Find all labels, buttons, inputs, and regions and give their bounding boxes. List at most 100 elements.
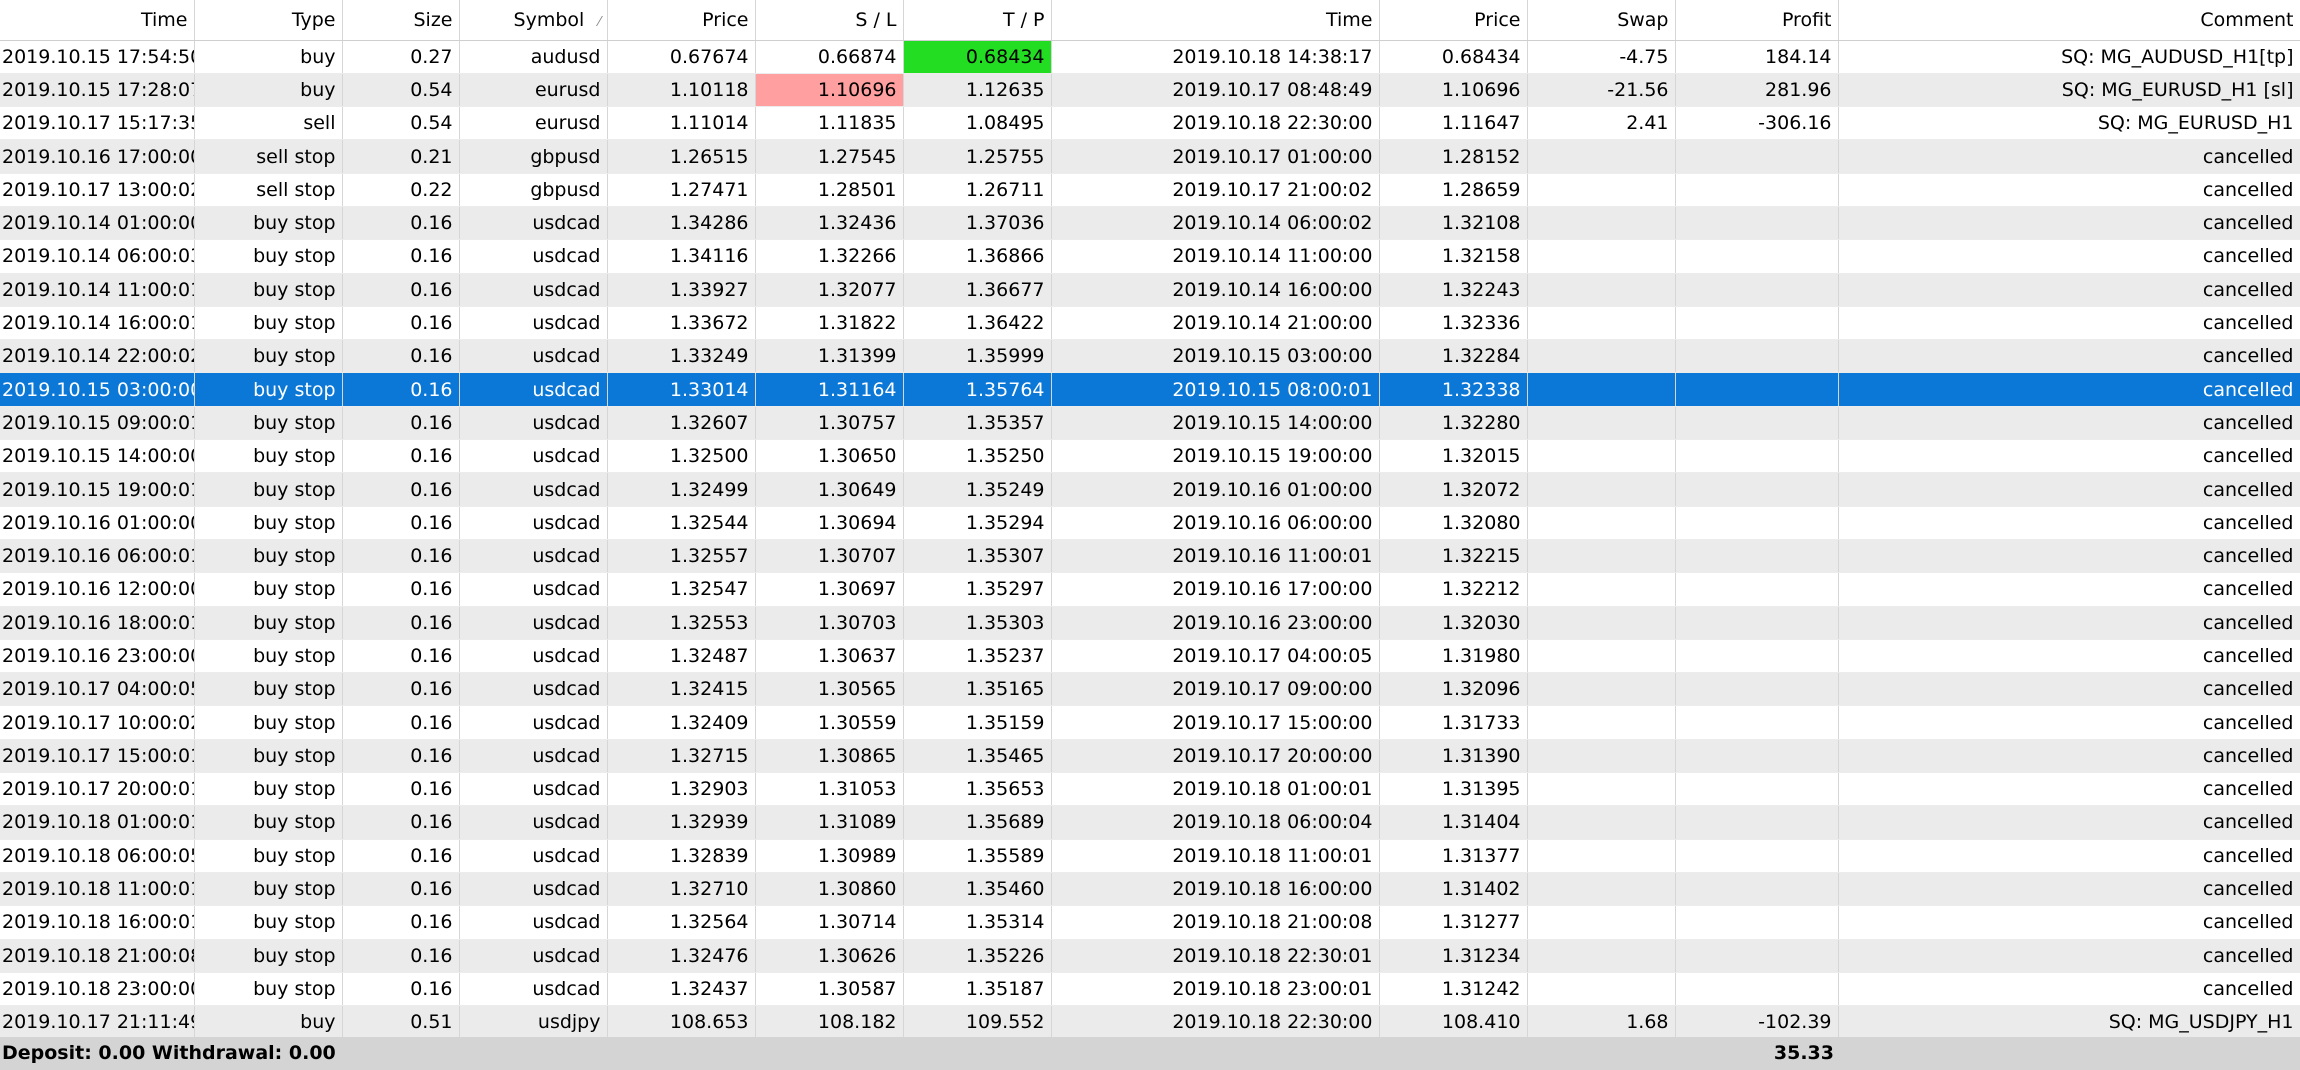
cell-open-time: 2019.10.17 20:00:01 bbox=[0, 772, 195, 807]
cell-symbol: usdcad bbox=[459, 439, 608, 474]
table-row[interactable]: 2019.10.16 06:00:01 buy stop 0.16 usdcad 1.3… bbox=[0, 539, 2300, 574]
cell-size: 0.16 bbox=[342, 439, 460, 474]
cell-tp: 1.35689 bbox=[903, 805, 1052, 840]
cell-close-price: 1.32284 bbox=[1379, 339, 1528, 374]
cell-swap bbox=[1527, 572, 1676, 607]
col-header-symbol[interactable]: Symbol ⁄ bbox=[459, 0, 608, 41]
cell-open-price: 1.32607 bbox=[607, 406, 756, 441]
cell-close-time: 2019.10.18 21:00:08 bbox=[1051, 905, 1380, 940]
table-row[interactable]: 2019.10.17 10:00:02 buy stop 0.16 usdcad 1.3… bbox=[0, 705, 2300, 740]
cell-comment: cancelled bbox=[1838, 339, 2300, 374]
cell-close-price: 1.32212 bbox=[1379, 572, 1528, 607]
table-row[interactable]: 2019.10.14 01:00:00 buy stop 0.16 usdcad 1.3… bbox=[0, 206, 2300, 241]
table-row[interactable]: 2019.10.17 15:17:35 sell 0.54 eurusd 1.11014… bbox=[0, 106, 2300, 141]
cell-swap bbox=[1527, 439, 1676, 474]
cell-open-price: 1.32437 bbox=[607, 972, 756, 1007]
cell-type: buy stop bbox=[194, 639, 343, 674]
col-header-sl[interactable]: S / L bbox=[755, 0, 904, 41]
cell-profit: -306.16 bbox=[1675, 106, 1839, 141]
table-row[interactable]: 2019.10.16 01:00:00 buy stop 0.16 usdcad 1.3… bbox=[0, 506, 2300, 540]
cell-close-time: 2019.10.14 21:00:00 bbox=[1051, 306, 1380, 341]
cell-size: 0.16 bbox=[342, 506, 460, 540]
cell-swap bbox=[1527, 672, 1676, 707]
col-header-time[interactable]: Time bbox=[0, 0, 195, 41]
cell-sl: 1.10696 bbox=[755, 73, 904, 108]
cell-close-price: 1.31377 bbox=[1379, 839, 1528, 873]
table-row[interactable]: 2019.10.15 09:00:01 buy stop 0.16 usdcad 1.3… bbox=[0, 406, 2300, 441]
col-header-profit[interactable]: Profit bbox=[1675, 0, 1839, 41]
cell-tp: 1.35294 bbox=[903, 506, 1052, 540]
cell-size: 0.22 bbox=[342, 173, 460, 207]
col-header-comment[interactable]: Comment bbox=[1838, 0, 2300, 41]
table-row[interactable]: 2019.10.18 21:00:08 buy stop 0.16 usdcad 1.3… bbox=[0, 939, 2300, 973]
table-row[interactable]: 2019.10.14 16:00:01 buy stop 0.16 usdcad 1.3… bbox=[0, 306, 2300, 341]
table-row[interactable]: 2019.10.15 19:00:01 buy stop 0.16 usdcad 1.3… bbox=[0, 472, 2300, 507]
table-row[interactable]: 2019.10.14 06:00:03 buy stop 0.16 usdcad 1.3… bbox=[0, 239, 2300, 274]
table-row[interactable]: 2019.10.14 11:00:01 buy stop 0.16 usdcad 1.3… bbox=[0, 273, 2300, 307]
table-row[interactable]: 2019.10.15 17:54:50 buy 0.27 audusd 0.67674 0… bbox=[0, 40, 2300, 74]
cell-symbol: usdcad bbox=[459, 839, 608, 873]
cell-type: buy stop bbox=[194, 805, 343, 840]
table-row[interactable]: 2019.10.17 15:00:01 buy stop 0.16 usdcad 1.3… bbox=[0, 739, 2300, 774]
table-row[interactable]: 2019.10.18 06:00:05 buy stop 0.16 usdcad 1.3… bbox=[0, 839, 2300, 873]
table-row[interactable]: 2019.10.17 21:11:49 buy 0.51 usdjpy 108.653 1… bbox=[0, 1005, 2300, 1040]
cell-size: 0.16 bbox=[342, 805, 460, 840]
table-row[interactable]: 2019.10.18 16:00:01 buy stop 0.16 usdcad 1.3… bbox=[0, 905, 2300, 940]
cell-close-time: 2019.10.17 09:00:00 bbox=[1051, 672, 1380, 707]
cell-tp: 1.35764 bbox=[903, 372, 1052, 407]
cell-sl: 1.30703 bbox=[755, 606, 904, 640]
cell-swap: 1.68 bbox=[1527, 1005, 1676, 1040]
col-header-close-time[interactable]: Time bbox=[1051, 0, 1380, 41]
col-header-size[interactable]: Size bbox=[342, 0, 460, 41]
cell-swap bbox=[1527, 972, 1676, 1007]
cell-size: 0.16 bbox=[342, 705, 460, 740]
cell-swap bbox=[1527, 239, 1676, 274]
cell-size: 0.16 bbox=[342, 672, 460, 707]
sort-indicator-icon: ⁄ bbox=[598, 14, 601, 30]
table-row[interactable]: 2019.10.17 04:00:05 buy stop 0.16 usdcad 1.3… bbox=[0, 672, 2300, 707]
col-header-price[interactable]: Price bbox=[607, 0, 756, 41]
table-row[interactable]: 2019.10.18 01:00:01 buy stop 0.16 usdcad 1.3… bbox=[0, 805, 2300, 840]
table-row[interactable]: 2019.10.17 13:00:02 sell stop 0.22 gbpusd 1.… bbox=[0, 173, 2300, 207]
cell-swap bbox=[1527, 372, 1676, 407]
cell-swap bbox=[1527, 739, 1676, 774]
table-row[interactable]: 2019.10.14 22:00:02 buy stop 0.16 usdcad 1.3… bbox=[0, 339, 2300, 374]
cell-size: 0.16 bbox=[342, 339, 460, 374]
col-header-close-price[interactable]: Price bbox=[1379, 0, 1528, 41]
table-row[interactable]: 2019.10.15 17:28:07 buy 0.54 eurusd 1.10118 1… bbox=[0, 73, 2300, 108]
cell-open-time: 2019.10.18 23:00:00 bbox=[0, 972, 195, 1007]
cell-close-price: 1.32280 bbox=[1379, 406, 1528, 441]
table-row[interactable]: 2019.10.16 18:00:01 buy stop 0.16 usdcad 1.3… bbox=[0, 606, 2300, 640]
table-row[interactable]: 2019.10.16 12:00:00 buy stop 0.16 usdcad 1.3… bbox=[0, 572, 2300, 607]
cell-comment: SQ: MG_EURUSD_H1 bbox=[1838, 106, 2300, 141]
table-row[interactable]: 2019.10.15 03:00:00 buy stop 0.16 usdcad 1.3… bbox=[0, 372, 2300, 407]
cell-close-time: 2019.10.17 04:00:05 bbox=[1051, 639, 1380, 674]
table-row[interactable]: 2019.10.16 17:00:00 sell stop 0.21 gbpusd 1.… bbox=[0, 139, 2300, 174]
cell-profit bbox=[1675, 139, 1839, 174]
col-header-swap[interactable]: Swap bbox=[1527, 0, 1676, 41]
cell-comment: cancelled bbox=[1838, 239, 2300, 274]
cell-open-price: 1.32499 bbox=[607, 472, 756, 507]
cell-swap bbox=[1527, 273, 1676, 307]
cell-close-time: 2019.10.17 15:00:00 bbox=[1051, 705, 1380, 740]
table-row[interactable]: 2019.10.17 20:00:01 buy stop 0.16 usdcad 1.3… bbox=[0, 772, 2300, 807]
table-row[interactable]: 2019.10.16 23:00:00 buy stop 0.16 usdcad 1.3… bbox=[0, 639, 2300, 674]
cell-sl: 1.31089 bbox=[755, 805, 904, 840]
cell-size: 0.16 bbox=[342, 939, 460, 973]
cell-symbol: eurusd bbox=[459, 73, 608, 108]
table-row[interactable]: 2019.10.18 11:00:01 buy stop 0.16 usdcad 1.3… bbox=[0, 872, 2300, 907]
cell-tp: 0.68434 bbox=[903, 40, 1052, 74]
cell-sl: 1.30860 bbox=[755, 872, 904, 907]
cell-profit bbox=[1675, 239, 1839, 274]
cell-swap bbox=[1527, 506, 1676, 540]
cell-comment: cancelled bbox=[1838, 872, 2300, 907]
cell-tp: 1.36866 bbox=[903, 239, 1052, 274]
cell-tp: 1.35159 bbox=[903, 705, 1052, 740]
cell-swap bbox=[1527, 639, 1676, 674]
col-header-type[interactable]: Type bbox=[194, 0, 343, 41]
table-row[interactable]: 2019.10.15 14:00:00 buy stop 0.16 usdcad 1.3… bbox=[0, 439, 2300, 474]
cell-profit bbox=[1675, 206, 1839, 241]
cell-size: 0.16 bbox=[342, 739, 460, 774]
col-header-tp[interactable]: T / P bbox=[903, 0, 1052, 41]
table-row[interactable]: 2019.10.18 23:00:00 buy stop 0.16 usdcad 1.3… bbox=[0, 972, 2300, 1007]
